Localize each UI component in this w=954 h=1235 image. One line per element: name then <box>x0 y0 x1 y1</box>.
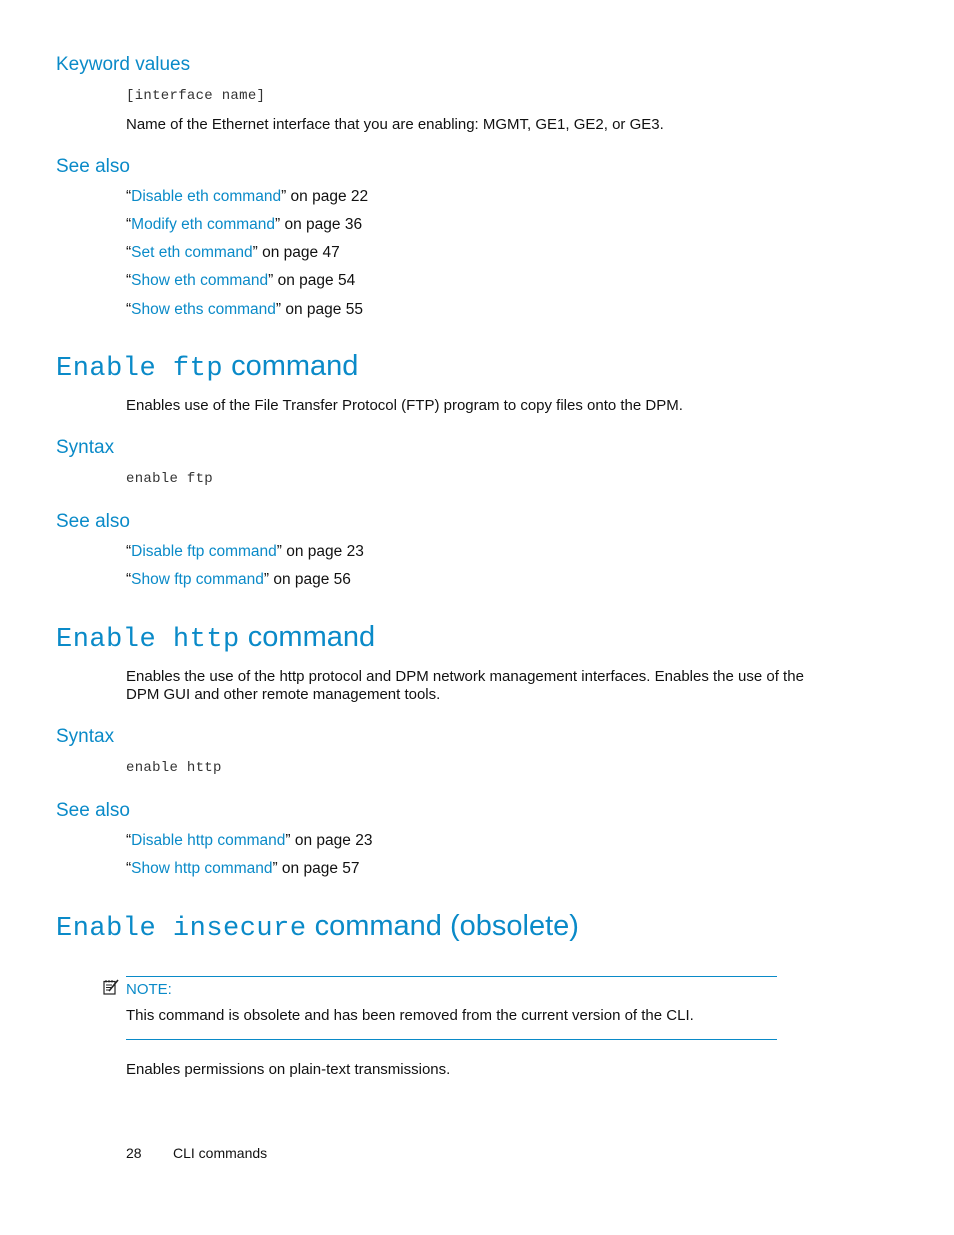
xref-page: ” on page 22 <box>281 188 369 205</box>
section-title-enable-insecure: Enable insecure command (obsolete) <box>56 910 579 944</box>
xref-page: ” on page 23 <box>276 543 364 560</box>
footer-page-number: 28 <box>126 1145 142 1161</box>
title-text: command (obsolete) <box>314 910 579 942</box>
xref-link-show-http[interactable]: Show http command <box>131 860 272 877</box>
note-label: NOTE: <box>126 981 172 998</box>
xref-item: “Show eth command” on page 54 <box>126 272 355 290</box>
xref-link-disable-ftp[interactable]: Disable ftp command <box>131 543 277 560</box>
syntax-heading: Syntax <box>56 437 115 458</box>
xref-item: “Disable eth command” on page 22 <box>126 188 368 206</box>
see-also-heading: See also <box>56 800 130 821</box>
xref-link-show-eth[interactable]: Show eth command <box>131 272 268 289</box>
xref-page: ” on page 23 <box>285 832 373 849</box>
title-text: command <box>231 350 359 382</box>
title-code: Enable insecure <box>56 914 307 944</box>
xref-item: “Show http command” on page 57 <box>126 860 360 878</box>
xref-page: ” on page 56 <box>263 571 351 588</box>
keyword-param: [interface name] <box>126 88 266 104</box>
note-bottom-rule <box>126 1039 777 1040</box>
xref-item: “Show eths command” on page 55 <box>126 301 363 319</box>
keyword-values-heading: Keyword values <box>56 54 191 75</box>
xref-link-show-ftp[interactable]: Show ftp command <box>131 571 264 588</box>
xref-link-show-eths[interactable]: Show eths command <box>131 301 276 318</box>
xref-page: ” on page 54 <box>268 272 356 289</box>
note-top-rule <box>126 976 777 977</box>
http-description-line1: Enables the use of the http protocol and… <box>126 668 804 685</box>
xref-item: “Disable ftp command” on page 23 <box>126 543 364 561</box>
xref-page: ” on page 55 <box>275 301 363 318</box>
xref-page: ” on page 57 <box>272 860 360 877</box>
http-syntax: enable http <box>126 760 222 776</box>
ftp-syntax: enable ftp <box>126 471 214 487</box>
see-also-heading: See also <box>56 156 130 177</box>
title-code: Enable ftp <box>56 354 224 384</box>
section-title-enable-http: Enable http command <box>56 621 375 655</box>
title-code: Enable http <box>56 625 240 655</box>
xref-item: “Show ftp command” on page 56 <box>126 571 351 589</box>
xref-page: ” on page 47 <box>252 244 340 261</box>
xref-link-disable-eth[interactable]: Disable eth command <box>131 188 281 205</box>
xref-link-modify-eth[interactable]: Modify eth command <box>131 216 275 233</box>
http-description-line2: DPM GUI and other remote management tool… <box>126 686 441 703</box>
insecure-description: Enables permissions on plain-text transm… <box>126 1061 451 1078</box>
syntax-heading: Syntax <box>56 726 115 747</box>
keyword-description: Name of the Ethernet interface that you … <box>126 116 664 133</box>
footer-section: CLI commands <box>173 1145 268 1161</box>
xref-item: “Set eth command” on page 47 <box>126 244 340 262</box>
xref-link-disable-http[interactable]: Disable http command <box>131 832 285 849</box>
ftp-description: Enables use of the File Transfer Protoco… <box>126 397 683 414</box>
note-pencil-icon <box>103 979 119 995</box>
note-text: This command is obsolete and has been re… <box>126 1007 694 1024</box>
title-text: command <box>247 621 376 653</box>
section-title-enable-ftp: Enable ftp command <box>56 350 358 384</box>
xref-link-set-eth[interactable]: Set eth command <box>131 244 252 261</box>
see-also-heading: See also <box>56 511 130 532</box>
xref-item: “Modify eth command” on page 36 <box>126 216 362 234</box>
xref-item: “Disable http command” on page 23 <box>126 832 372 850</box>
xref-page: ” on page 36 <box>275 216 363 233</box>
